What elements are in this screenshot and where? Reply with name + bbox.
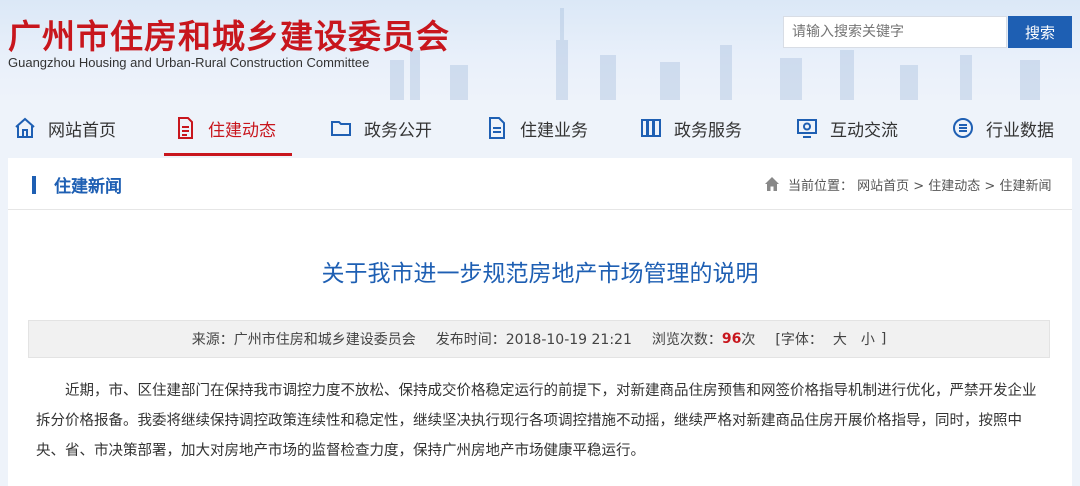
nav-item-label: 政务公开 [364,120,432,141]
nav-item-label: 互动交流 [830,120,898,141]
article-source: 来源：广州市住房和城乡建设委员会 [191,332,416,348]
views-count: 96 [721,331,742,347]
nav-item-label: 政务服务 [674,120,742,141]
site-header: 广州市住房和城乡建设委员会 Guangzhou Housing and Urba… [0,0,1080,100]
views-label: 浏览次数： [651,332,722,348]
document-icon [172,115,198,141]
font-small-button[interactable]: 小 [861,329,875,349]
data-list-icon [950,115,976,141]
font-size-close: ] [880,331,887,347]
site-subtitle: Guangzhou Housing and Urban-Rural Constr… [8,55,370,70]
search-button[interactable]: 搜索 [1008,16,1072,48]
nav-item-label: 行业数据 [986,120,1054,141]
file-list-icon [484,115,510,141]
article-title: 关于我市进一步规范房地产市场管理的说明 [321,261,759,287]
breadcrumb[interactable]: 当前位置： 网站首页 > 住建动态 > 住建新闻 [788,175,1051,194]
nav-item-news[interactable]: 住建动态 [164,100,292,156]
home-icon [12,115,38,141]
main-nav: 网站首页 住建动态 政务公开 住建业务 政务服务 互动交流 行业数据 [0,100,1080,156]
search-input[interactable] [783,16,1007,48]
breadcrumb-home-icon [765,177,779,191]
nav-item-label: 网站首页 [48,120,116,141]
nav-item-service[interactable]: 政务服务 [638,100,742,156]
folder-icon [328,115,354,141]
site-title[interactable]: 广州市住房和城乡建设委员会 [8,10,450,58]
nav-item-interaction[interactable]: 互动交流 [794,100,898,156]
article-publish-time: 发布时间：2018-10-19 21:21 [435,332,632,348]
nav-item-gov-open[interactable]: 政务公开 [328,100,432,156]
content-panel: 住建新闻 当前位置： 网站首页 > 住建动态 > 住建新闻 关于我市进一步规范房… [8,158,1072,486]
font-large-button[interactable]: 大 [833,329,847,349]
nav-item-home[interactable]: 网站首页 [12,100,116,156]
article-paragraph: 近期，市、区住建部门在保持我市调控力度不放松、保持成交价格稳定运行的前提下，对新… [36,383,1037,459]
skyline-decoration [390,8,1040,100]
article-meta-bar: 来源：广州市住房和城乡建设委员会 发布时间：2018-10-19 21:21 浏… [28,320,1050,358]
views-unit: 次 [741,332,756,348]
screen-chat-icon [794,115,820,141]
nav-item-label: 住建动态 [208,120,276,141]
article-body: 近期，市、区住建部门在保持我市调控力度不放松、保持成交价格稳定运行的前提下，对新… [36,376,1046,466]
book-icon [638,115,664,141]
nav-item-business[interactable]: 住建业务 [484,100,588,156]
nav-item-label: 住建业务 [520,120,588,141]
section-title: 住建新闻 [54,177,122,197]
section-marker [32,176,36,194]
nav-item-data[interactable]: 行业数据 [950,100,1054,156]
section-header: 住建新闻 当前位置： 网站首页 > 住建动态 > 住建新闻 [8,158,1072,210]
font-size-label: [字体： [775,332,823,348]
